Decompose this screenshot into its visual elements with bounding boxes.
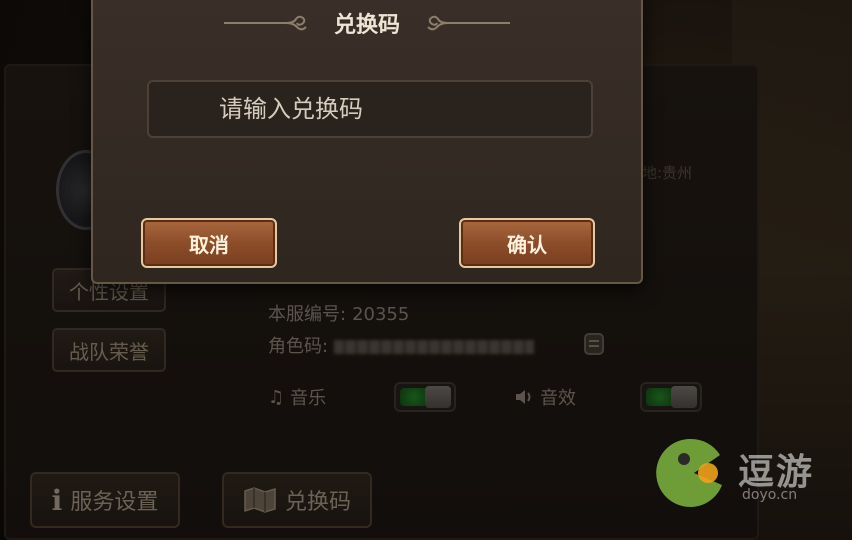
cancel-button[interactable]: 取消 xyxy=(141,218,277,268)
left-flourish-icon xyxy=(223,15,307,31)
dialog-header: 兑换码 xyxy=(93,8,641,38)
watermark-subtext: doyo.cn xyxy=(742,487,798,503)
redeem-code-dialog: 兑换码 取消 确认 xyxy=(91,0,643,284)
right-flourish-icon xyxy=(427,15,510,31)
confirm-button[interactable]: 确认 xyxy=(459,218,595,268)
site-watermark: 逗游 doyo.cn xyxy=(650,433,840,513)
dialog-title: 兑换码 xyxy=(333,13,400,38)
cancel-label: 取消 xyxy=(189,232,229,257)
redeem-code-input[interactable] xyxy=(147,80,593,138)
pacman-logo-icon xyxy=(656,438,722,507)
confirm-label: 确认 xyxy=(507,232,547,257)
